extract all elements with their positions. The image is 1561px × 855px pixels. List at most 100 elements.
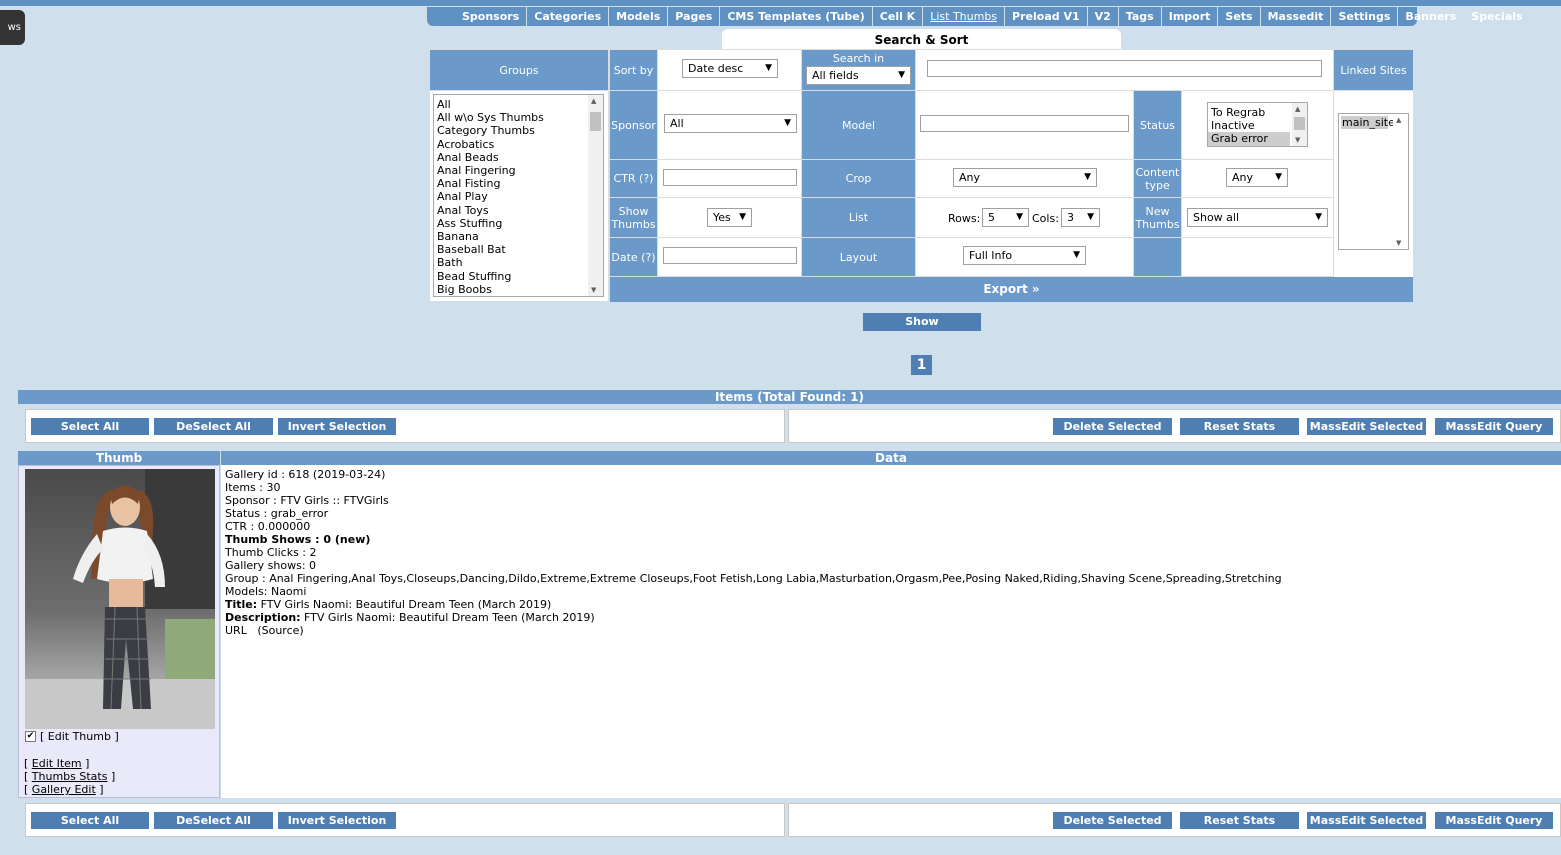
url-link[interactable]: URL [225, 624, 247, 637]
list-cell: Rows: 5 ▼ Cols: 3 ▼ [916, 198, 1133, 237]
massedit-query-button[interactable]: MassEdit Query [1435, 418, 1553, 435]
data-cell: Gallery id : 618 (2019-03-24) Items : 30… [221, 465, 1561, 798]
scroll-up-icon[interactable]: ▲ [591, 97, 596, 105]
linked-site-option[interactable]: main_site [1341, 116, 1395, 130]
scroll-up-icon[interactable]: ▲ [1396, 116, 1401, 124]
nav-banners[interactable]: Banners [1398, 7, 1465, 26]
content-type-select[interactable]: Any ▼ [1226, 168, 1288, 187]
sponsor-select[interactable]: All ▼ [664, 114, 797, 133]
gallery-thumb-image[interactable] [25, 469, 215, 729]
select-all-button-bottom[interactable]: Select All [31, 812, 149, 829]
nav-specials[interactable]: Specials [1464, 7, 1529, 26]
groups-option[interactable]: Bath [434, 256, 603, 269]
layout-select[interactable]: Full Info ▼ [963, 246, 1086, 265]
nav-cell-k[interactable]: Cell K [873, 7, 924, 26]
nav-sponsors[interactable]: Sponsors [455, 7, 528, 26]
crop-select[interactable]: Any ▼ [953, 168, 1097, 187]
new-thumbs-select[interactable]: Show all ▼ [1187, 208, 1328, 227]
description-label: Description: [225, 611, 301, 624]
scroll-up-icon[interactable]: ▲ [1295, 105, 1300, 113]
groups-option[interactable]: All [434, 98, 603, 111]
nav-import[interactable]: Import [1162, 7, 1219, 26]
deselect-all-button[interactable]: DeSelect All [154, 418, 273, 435]
invert-selection-button[interactable]: Invert Selection [278, 418, 396, 435]
export-toggle[interactable]: Export » [610, 277, 1413, 302]
scroll-down-icon[interactable]: ▼ [591, 286, 596, 294]
edit-thumb-link[interactable]: [ Edit Thumb ] [40, 730, 119, 743]
ctr-input[interactable] [663, 169, 797, 186]
status-listbox[interactable]: To Regrab Inactive Grab error ▲ ▼ [1207, 102, 1308, 147]
groups-option[interactable]: Anal Beads [434, 151, 603, 164]
select-all-button[interactable]: Select All [31, 418, 149, 435]
show-button[interactable]: Show [863, 313, 981, 331]
show-thumbs-select[interactable]: Yes ▼ [707, 208, 752, 227]
status-option-selected[interactable]: Grab error [1208, 132, 1290, 146]
nav-v2[interactable]: V2 [1088, 7, 1119, 26]
groups-option[interactable]: Anal Play [434, 190, 603, 203]
groups-option[interactable]: Big Boobs [434, 283, 603, 296]
linked-sites-listbox[interactable]: main_site ▲ ▼ [1338, 113, 1409, 250]
page-1-button[interactable]: 1 [911, 355, 932, 375]
massedit-selected-button-bottom[interactable]: MassEdit Selected [1307, 812, 1426, 829]
groups-option[interactable]: All w\o Sys Thumbs [434, 111, 603, 124]
delete-selected-button-bottom[interactable]: Delete Selected [1053, 812, 1172, 829]
item-details: Gallery id : 618 (2019-03-24) Items : 30… [225, 468, 1282, 637]
source-link[interactable]: (Source) [257, 624, 303, 637]
edit-item-link[interactable]: Edit Item [32, 757, 82, 770]
nav-tags[interactable]: Tags [1119, 7, 1162, 26]
groups-option[interactable]: Ass Stuffing [434, 217, 603, 230]
scroll-down-icon[interactable]: ▼ [1396, 239, 1401, 247]
thumb-clicks: Thumb Clicks : 2 [225, 546, 317, 559]
groups-option[interactable]: Anal Fingering [434, 164, 603, 177]
deselect-all-button-bottom[interactable]: DeSelect All [154, 812, 273, 829]
side-tab[interactable]: ws [0, 10, 25, 45]
thumb-cell: ✔ [ Edit Thumb ] [ Edit Item ] [ Thumbs … [18, 465, 220, 798]
nav-list-thumbs[interactable]: List Thumbs [923, 7, 1006, 26]
nav-massedit[interactable]: Massedit [1261, 7, 1332, 26]
nav-preload-v1[interactable]: Preload V1 [1005, 7, 1088, 26]
nav-categories[interactable]: Categories [527, 7, 610, 26]
groups-option[interactable]: Acrobatics [434, 138, 603, 151]
reset-stats-button-bottom[interactable]: Reset Stats [1180, 812, 1299, 829]
rows-label: Rows: [948, 212, 981, 225]
rows-select[interactable]: 5 ▼ [982, 208, 1029, 227]
groups-option[interactable]: Banana [434, 230, 603, 243]
scroll-down-icon[interactable]: ▼ [1295, 136, 1300, 144]
reset-stats-button[interactable]: Reset Stats [1180, 418, 1299, 435]
empty-cell [1182, 238, 1333, 276]
cols-select[interactable]: 3 ▼ [1061, 208, 1100, 227]
groups-option[interactable]: Category Thumbs [434, 124, 603, 137]
groups-listbox[interactable]: All All w\o Sys Thumbs Category Thumbs A… [433, 94, 604, 297]
model-input[interactable] [920, 115, 1129, 132]
nav-settings[interactable]: Settings [1331, 7, 1399, 26]
nav-models[interactable]: Models [609, 7, 669, 26]
invert-selection-button-bottom[interactable]: Invert Selection [278, 812, 396, 829]
massedit-selected-button[interactable]: MassEdit Selected [1307, 418, 1426, 435]
nav-cms-templates[interactable]: CMS Templates (Tube) [720, 7, 873, 26]
groups-option[interactable]: Baseball Bat [434, 243, 603, 256]
nav-pages[interactable]: Pages [668, 7, 721, 26]
massedit-query-button-bottom[interactable]: MassEdit Query [1435, 812, 1553, 829]
searchin-select[interactable]: All fields ▼ [806, 66, 911, 85]
select-item-checkbox[interactable]: ✔ [25, 731, 36, 742]
scroll-thumb[interactable] [1294, 117, 1305, 130]
groups-option[interactable]: Anal Toys [434, 204, 603, 217]
search-input[interactable] [927, 60, 1322, 77]
date-input[interactable] [663, 247, 797, 264]
scroll-thumb[interactable] [590, 112, 601, 131]
groups-scrollbar[interactable]: ▲ ▼ [588, 95, 603, 296]
groups-option[interactable]: Anal Fisting [434, 177, 603, 190]
thumbs-stats-link[interactable]: Thumbs Stats [32, 770, 108, 783]
item-groups: Group : Anal Fingering,Anal Toys,Closeup… [225, 572, 1282, 585]
sortby-select[interactable]: Date desc ▼ [682, 59, 778, 78]
gallery-edit-link[interactable]: Gallery Edit [32, 783, 96, 796]
new-thumbs-cell: Show all ▼ [1182, 198, 1333, 237]
status-scrollbar[interactable]: ▲ ▼ [1292, 103, 1307, 146]
linked-sites-scrollbar[interactable]: ▲ ▼ [1393, 114, 1408, 249]
crop-label: Crop [802, 160, 915, 197]
selection-actions-bottom: Select All DeSelect All Invert Selection [25, 803, 785, 837]
nav-sets[interactable]: Sets [1218, 7, 1261, 26]
groups-option[interactable]: Bead Stuffing [434, 270, 603, 283]
thumb-column-header: Thumb [18, 451, 220, 465]
delete-selected-button[interactable]: Delete Selected [1053, 418, 1172, 435]
